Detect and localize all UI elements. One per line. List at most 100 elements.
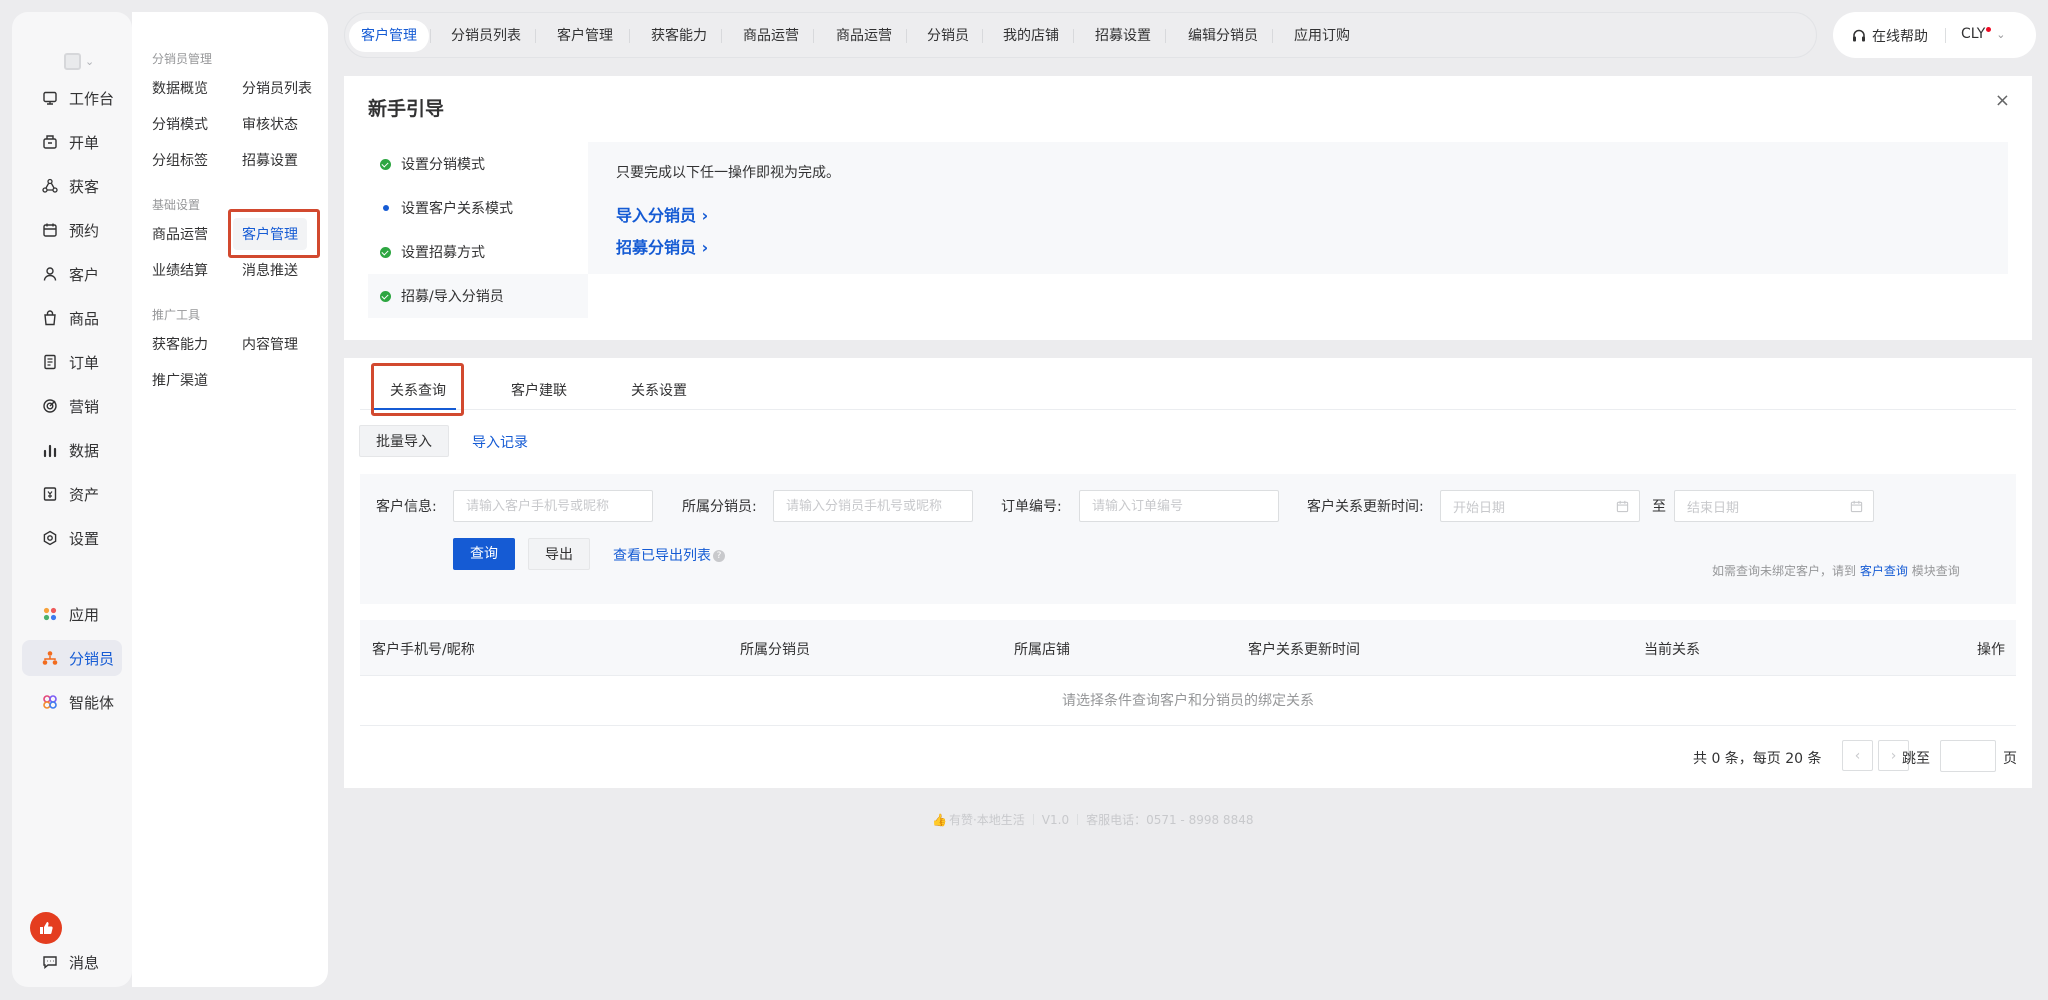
sidebar-item-acquire[interactable]: 获客 <box>22 168 122 204</box>
order-number-input[interactable] <box>1079 490 1279 522</box>
order-number-label: 订单编号: <box>1001 499 1062 515</box>
workbench-icon <box>43 91 57 105</box>
footer-divider <box>1032 814 1034 825</box>
subnav-group-title: 基础设置 <box>152 198 201 212</box>
guide-step-selected[interactable]: 招募/导入分销员 <box>368 274 588 318</box>
distributor-input[interactable] <box>773 490 973 522</box>
online-help-button[interactable]: 在线帮助 <box>1851 26 1928 46</box>
sidebar-item-asset[interactable]: 资产 <box>22 476 122 512</box>
batch-import-button[interactable]: 批量导入 <box>359 425 449 457</box>
bag-icon <box>44 310 56 326</box>
subnav-group-tags[interactable]: 分组标签 <box>152 150 208 170</box>
query-button[interactable]: 查询 <box>453 538 515 570</box>
sidebar-item-booking[interactable]: 预约 <box>22 212 122 248</box>
subnav-recruit-settings[interactable]: 招募设置 <box>242 150 298 170</box>
top-tab-my-store[interactable]: 我的店铺 <box>991 20 1071 52</box>
apps-icon <box>43 607 57 621</box>
top-tab-goods-operation[interactable]: 商品运营 <box>731 20 811 52</box>
export-button[interactable]: 导出 <box>528 538 590 570</box>
order-icon <box>44 354 56 370</box>
question-icon[interactable]: ? <box>713 550 725 562</box>
subnav-acquire-ability[interactable]: 获客能力 <box>152 334 208 354</box>
import-distributor-link[interactable]: 导入分销员 › <box>616 202 708 226</box>
chevron-down-icon: ⌄ <box>1996 27 2006 41</box>
chart-icon <box>43 444 57 458</box>
sidebar-item-goods[interactable]: 商品 <box>22 300 122 336</box>
jump-to-label: 跳至 <box>1902 751 1930 767</box>
prev-page-button[interactable]: ‹ <box>1842 740 1873 771</box>
sidebar-item-label: 商品 <box>69 309 100 328</box>
customer-query-link[interactable]: 客户查询 <box>1860 564 1908 578</box>
tab-customer-link[interactable]: 客户建联 <box>511 380 567 400</box>
sidebar-item-customer[interactable]: 客户 <box>22 256 122 292</box>
top-tab-bar: 客户管理 分销员列表 客户管理 获客能力 商品运营 商品运营 分销员 我的店铺 … <box>344 12 1817 58</box>
sidebar-item-order[interactable]: 订单 <box>22 344 122 380</box>
store-switcher[interactable]: ⌄ <box>64 46 104 76</box>
sidebar-item-data[interactable]: 数据 <box>22 432 122 468</box>
column-store: 所属店铺 <box>1014 642 1070 658</box>
top-tab-recruit-settings[interactable]: 招募设置 <box>1083 20 1163 52</box>
date-range-separator: 至 <box>1652 499 1666 515</box>
sidebar-item-message[interactable]: 消息 <box>22 944 122 980</box>
top-tab-distributor-list[interactable]: 分销员列表 <box>439 20 533 52</box>
subnav-goods-operation[interactable]: 商品运营 <box>152 224 208 244</box>
footer-phone: 客服电话：0571 - 8998 8848 <box>1086 813 1254 827</box>
sidebar-item-settings[interactable]: 设置 <box>22 520 122 556</box>
jump-page-input[interactable] <box>1940 740 1996 772</box>
view-exported-list-link[interactable]: 查看已导出列表? <box>613 545 725 565</box>
close-icon[interactable]: × <box>1995 90 2010 111</box>
subnav-review-status[interactable]: 审核状态 <box>242 114 298 134</box>
tab-relation-settings[interactable]: 关系设置 <box>631 380 687 400</box>
customer-info-input[interactable] <box>453 490 653 522</box>
guide-title: 新手引导 <box>368 98 445 120</box>
page-unit-label: 页 <box>2003 751 2017 767</box>
current-step-dot-icon <box>383 205 389 211</box>
top-tab-customer-management-2[interactable]: 客户管理 <box>545 20 625 52</box>
sidebar-item-cashier[interactable]: 开单 <box>22 124 122 160</box>
tab-divider <box>1165 29 1166 43</box>
sidebar-item-workbench[interactable]: 工作台 <box>22 80 122 116</box>
top-tab-customer-management[interactable]: 客户管理 <box>349 20 429 52</box>
user-menu[interactable]: CLY ⌄ <box>1961 26 2006 42</box>
subnav-content-management[interactable]: 内容管理 <box>242 334 298 354</box>
relation-query-card: 关系查询 客户建联 关系设置 批量导入 导入记录 客户信息: 所属分销员: 订单… <box>344 358 2032 788</box>
tab-relation-query[interactable]: 关系查询 <box>390 380 446 400</box>
subnav-promotion-channels[interactable]: 推广渠道 <box>152 370 208 390</box>
sidebar-item-distributor[interactable]: 分销员 <box>22 640 122 676</box>
sidebar-item-label: 分销员 <box>69 649 115 668</box>
subnav-group-title: 推广工具 <box>152 308 201 322</box>
end-date-picker[interactable]: 结束日期 <box>1674 490 1874 522</box>
top-tab-edit-distributor[interactable]: 编辑分销员 <box>1176 20 1270 52</box>
view-exported-label: 查看已导出列表 <box>613 548 711 564</box>
thumbs-up-icon: 👍 <box>932 812 947 827</box>
import-record-link[interactable]: 导入记录 <box>472 432 528 452</box>
guide-step[interactable]: 设置分销模式 <box>368 142 588 186</box>
primary-sidebar: ⌄ 工作台 开单 获客 预约 客户 商品 订单 营销 数据 资产 设置 应用 分… <box>12 12 132 987</box>
subnav-message-push[interactable]: 消息推送 <box>242 260 298 280</box>
sidebar-item-apps[interactable]: 应用 <box>22 596 122 632</box>
subnav-customer-management[interactable]: 客户管理 <box>233 218 307 250</box>
customer-info-label: 客户信息: <box>376 499 437 515</box>
sidebar-item-marketing[interactable]: 营销 <box>22 388 122 424</box>
start-date-picker[interactable]: 开始日期 <box>1440 490 1640 522</box>
top-tab-app-order[interactable]: 应用订购 <box>1282 20 1362 52</box>
top-tab-acquire-ability[interactable]: 获客能力 <box>639 20 719 52</box>
subnav-performance-settlement[interactable]: 业绩结算 <box>152 260 208 280</box>
subnav-distributor-list[interactable]: 分销员列表 <box>242 78 312 98</box>
guide-step-content: 只要完成以下任一操作即视为完成。 导入分销员 › 招募分销员 › <box>588 142 2008 274</box>
top-tab-goods-operation-2[interactable]: 商品运营 <box>824 20 904 52</box>
recruit-distributor-link[interactable]: 招募分销员 › <box>616 234 708 258</box>
guide-step[interactable]: 设置客户关系模式 <box>368 186 588 230</box>
guide-description: 只要完成以下任一操作即视为完成。 <box>616 165 840 181</box>
guide-steps: 设置分销模式 设置客户关系模式 设置招募方式 招募/导入分销员 <box>368 142 588 318</box>
like-badge-icon[interactable] <box>30 912 62 944</box>
cashier-icon <box>43 135 57 149</box>
guide-step[interactable]: 设置招募方式 <box>368 230 588 274</box>
top-tab-distributor[interactable]: 分销员 <box>915 20 981 52</box>
sidebar-item-label: 开单 <box>69 133 100 152</box>
tab-divider <box>430 29 431 43</box>
sidebar-item-agent[interactable]: 智能体 <box>22 684 122 720</box>
header-actions: 在线帮助 CLY ⌄ <box>1833 12 2036 58</box>
subnav-distribution-mode[interactable]: 分销模式 <box>152 114 208 134</box>
subnav-data-overview[interactable]: 数据概览 <box>152 78 208 98</box>
